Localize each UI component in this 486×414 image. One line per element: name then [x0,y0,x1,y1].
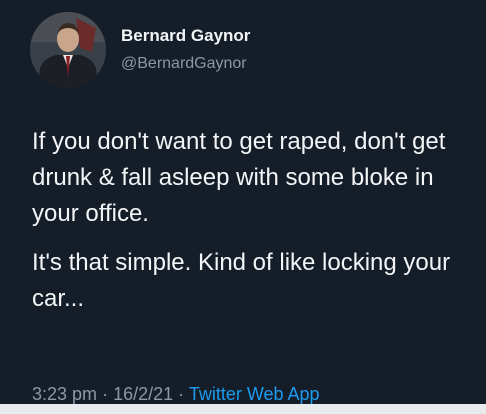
tweet-body: If you don't want to get raped, don't ge… [32,124,472,330]
tweet-time[interactable]: 3:23 pm [32,384,97,404]
bottom-edge [0,404,486,414]
tweet-paragraph: If you don't want to get raped, don't ge… [32,128,446,227]
avatar[interactable] [30,12,106,88]
meta-separator: · [102,384,109,404]
tweet-date[interactable]: 16/2/21 [113,384,173,404]
profile-photo-icon [30,12,106,88]
author-handle[interactable]: @BernardGaynor [121,55,247,73]
tweet-paragraph: It's that simple. Kind of like locking y… [32,249,451,312]
tweet-card: Bernard Gaynor @BernardGaynor If you don… [0,0,486,414]
tweet-meta: 3:23 pm · 16/2/21 · Twitter Web App [32,384,320,405]
author-name[interactable]: Bernard Gaynor [121,26,250,46]
meta-separator: · [178,384,185,404]
tweet-source[interactable]: Twitter Web App [189,384,320,404]
